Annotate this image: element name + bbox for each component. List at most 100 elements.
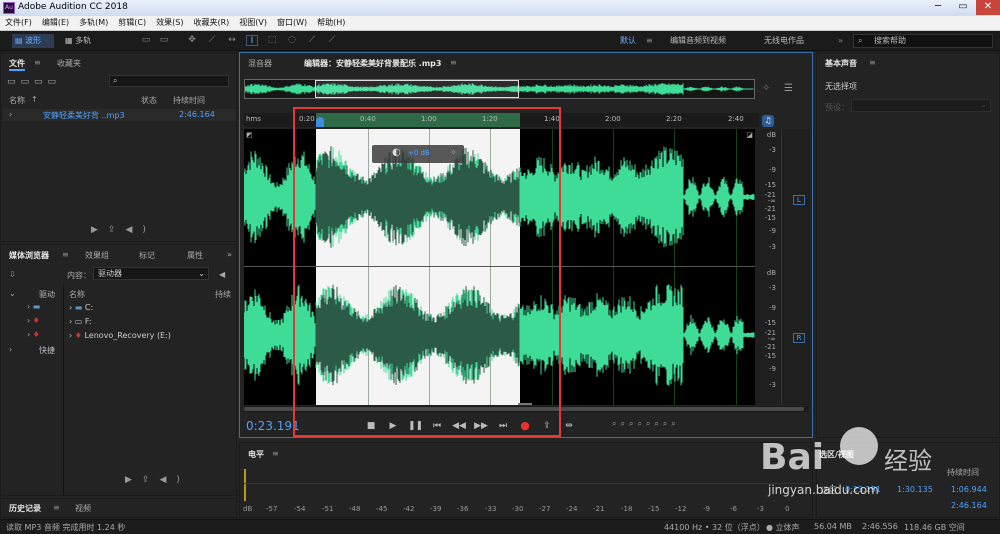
spectral-display-icon[interactable]: ▭ — [140, 35, 152, 46]
lvl-tick: -51 — [322, 505, 334, 513]
files-filter-input[interactable]: ⌕ — [109, 75, 229, 87]
search-placeholder[interactable]: 搜索帮助 — [874, 35, 906, 47]
maximize-button[interactable]: ▭ — [951, 0, 975, 15]
multitrack-button[interactable]: ▦ 多轨 — [62, 34, 104, 48]
media-col-duration[interactable]: 持续 — [215, 289, 231, 300]
sel-duration[interactable]: 1:06.944 — [951, 485, 987, 494]
spectral-toggle-icon[interactable]: ☰ — [784, 83, 793, 94]
menu-clip[interactable]: 剪辑(C) — [113, 16, 151, 30]
spot-healing-icon[interactable]: ⟋ — [326, 35, 338, 46]
col-name[interactable]: 名称 — [9, 95, 25, 106]
menu-help[interactable]: 帮助(H) — [312, 16, 350, 30]
media-playback-controls[interactable]: ▶⇪◀) — [125, 475, 190, 485]
razor-tool-icon[interactable]: ⟋ — [206, 35, 218, 46]
db-tick: -9 — [769, 166, 776, 174]
move-tool-icon[interactable]: ✥ — [186, 35, 198, 46]
drive-row-f[interactable]: › ▭ F: — [69, 317, 92, 326]
workspace-default[interactable]: 默认 — [620, 34, 636, 48]
zoom-controls[interactable]: ⌕⌕⌕⌕⌕⌕⌕⌕ — [612, 419, 812, 433]
pitch-display-icon[interactable]: ▭ — [158, 35, 170, 46]
col-duration[interactable]: 持续时间 — [173, 95, 205, 106]
db-tick: -15 — [764, 181, 776, 189]
collapse-icon[interactable]: ◀ — [219, 270, 225, 279]
headphone-icon[interactable]: ♫ — [762, 115, 774, 127]
file-row[interactable]: › 安静轻柔美好背 ..mp3 2:46.164 — [3, 109, 236, 121]
menu-window[interactable]: 窗口(W) — [272, 16, 312, 30]
editor-menu-icon[interactable]: ≡ — [450, 58, 457, 67]
drive-row-c[interactable]: › ▬ C: — [69, 303, 93, 312]
media-location-icon[interactable]: ⇩ — [9, 270, 16, 279]
tree-child-2[interactable]: › ♦ — [27, 316, 40, 325]
more-workspaces-icon[interactable]: » — [838, 34, 843, 48]
brush-tool-icon[interactable]: ⟋ — [306, 35, 318, 46]
history-menu-icon[interactable]: ≡ — [53, 503, 60, 512]
menu-file[interactable]: 文件(F) — [0, 16, 37, 30]
drive-row-e[interactable]: › ♦ Lenovo_Recovery (E:) — [69, 331, 171, 340]
tree-drives[interactable]: 驱动 — [39, 289, 55, 300]
search-box[interactable]: ⌕ 搜索帮助 — [853, 34, 993, 48]
channel-left-toggle[interactable]: L — [793, 195, 805, 205]
overview-viewport[interactable] — [315, 80, 519, 98]
tab-files[interactable]: 文件 — [9, 58, 25, 71]
tab-favorites[interactable]: 收藏夹 — [57, 58, 81, 69]
levels-scale: dB -57 -54 -51 -48 -45 -42 -39 -36 -33 -… — [240, 505, 814, 517]
workspace-video[interactable]: 编辑音频到视频 — [670, 34, 726, 48]
lvl-tick: -3 — [757, 505, 764, 513]
col-status[interactable]: 状态 — [141, 95, 157, 106]
menu-effects[interactable]: 效果(S) — [151, 16, 188, 30]
minimize-button[interactable]: ─ — [926, 0, 950, 15]
time-selection-tool-icon[interactable]: I — [246, 35, 258, 46]
fade-in-handle-icon[interactable]: ◩ — [246, 131, 253, 139]
level-meter — [244, 469, 246, 501]
overview-bar[interactable] — [244, 79, 755, 99]
sel-row-label: 选区 — [821, 486, 837, 495]
tab-editor[interactable]: 编辑器：安静轻柔美好背景配乐 .mp3 — [304, 58, 441, 69]
tree-child-1[interactable]: › ▬ — [27, 302, 40, 311]
preset-dropdown[interactable]: ⌄ — [851, 99, 991, 112]
sel-end[interactable]: 1:30.135 — [897, 485, 933, 494]
files-menu-icon[interactable]: ≡ — [34, 58, 41, 67]
tab-properties[interactable]: 属性 — [187, 250, 203, 261]
menu-multitrack[interactable]: 多轨(M) — [74, 16, 113, 30]
media-col-name[interactable]: 名称 — [69, 289, 85, 300]
menu-view[interactable]: 视图(V) — [234, 16, 272, 30]
tab-video[interactable]: 视频 — [75, 503, 91, 514]
skip-silence-icon[interactable]: ⇹ — [562, 419, 576, 433]
menu-favorites[interactable]: 收藏夹(R) — [188, 16, 234, 30]
tab-markers[interactable]: 标记 — [139, 250, 155, 261]
media-menu-icon[interactable]: ≡ — [62, 250, 69, 259]
content-dropdown[interactable]: 驱动器 ⌄ — [93, 267, 209, 280]
tab-history[interactable]: 历史记录 — [9, 503, 41, 514]
essential-menu-icon[interactable]: ≡ — [869, 58, 876, 67]
tree-child-3[interactable]: › ♦ — [27, 330, 40, 339]
lvl-tick: -12 — [675, 505, 687, 513]
workspace-radio[interactable]: 无线电作品 — [764, 34, 804, 48]
more-tabs-icon[interactable]: » — [227, 250, 232, 259]
fade-out-handle-icon[interactable]: ◪ — [746, 131, 753, 139]
lasso-tool-icon[interactable]: ◌ — [286, 35, 298, 46]
tree-quick-expand[interactable]: › — [9, 345, 12, 354]
marquee-tool-icon[interactable]: ⬚ — [266, 35, 278, 46]
splitter[interactable] — [63, 285, 64, 495]
current-time[interactable]: 0:23.191 — [246, 419, 300, 433]
history-panel: 历史记录 ≡ 视频 — [0, 498, 237, 518]
tab-media-browser[interactable]: 媒体浏览器 — [9, 250, 49, 261]
levels-menu-icon[interactable]: ≡ — [272, 449, 279, 458]
menu-edit[interactable]: 编辑(E) — [37, 16, 74, 30]
channel-right-toggle[interactable]: R — [793, 333, 805, 343]
sel-start[interactable]: 0:23.191 — [845, 485, 881, 494]
pin-icon[interactable]: ✧ — [762, 83, 770, 94]
lvl-tick: -30 — [512, 505, 524, 513]
file-actions-icon[interactable]: ▭▭▭▭ — [7, 77, 61, 87]
close-button[interactable]: ✕ — [976, 0, 1000, 15]
tree-expand-icon[interactable]: ⌄ — [9, 289, 16, 298]
waveform-button[interactable]: ▤ 波形 — [12, 34, 54, 48]
tree-shortcuts[interactable]: 快捷 — [39, 345, 55, 356]
tab-mixer[interactable]: 混音器 — [248, 58, 272, 69]
view-duration[interactable]: 2:46.164 — [951, 501, 987, 510]
slip-tool-icon[interactable]: ↔ — [226, 35, 238, 46]
workspace-menu-icon[interactable]: ≡ — [646, 34, 653, 48]
expand-icon[interactable]: › — [9, 110, 12, 119]
files-playback-controls[interactable]: ▶⇪◀) — [91, 225, 156, 235]
tab-effects-rack[interactable]: 效果组 — [85, 250, 109, 261]
